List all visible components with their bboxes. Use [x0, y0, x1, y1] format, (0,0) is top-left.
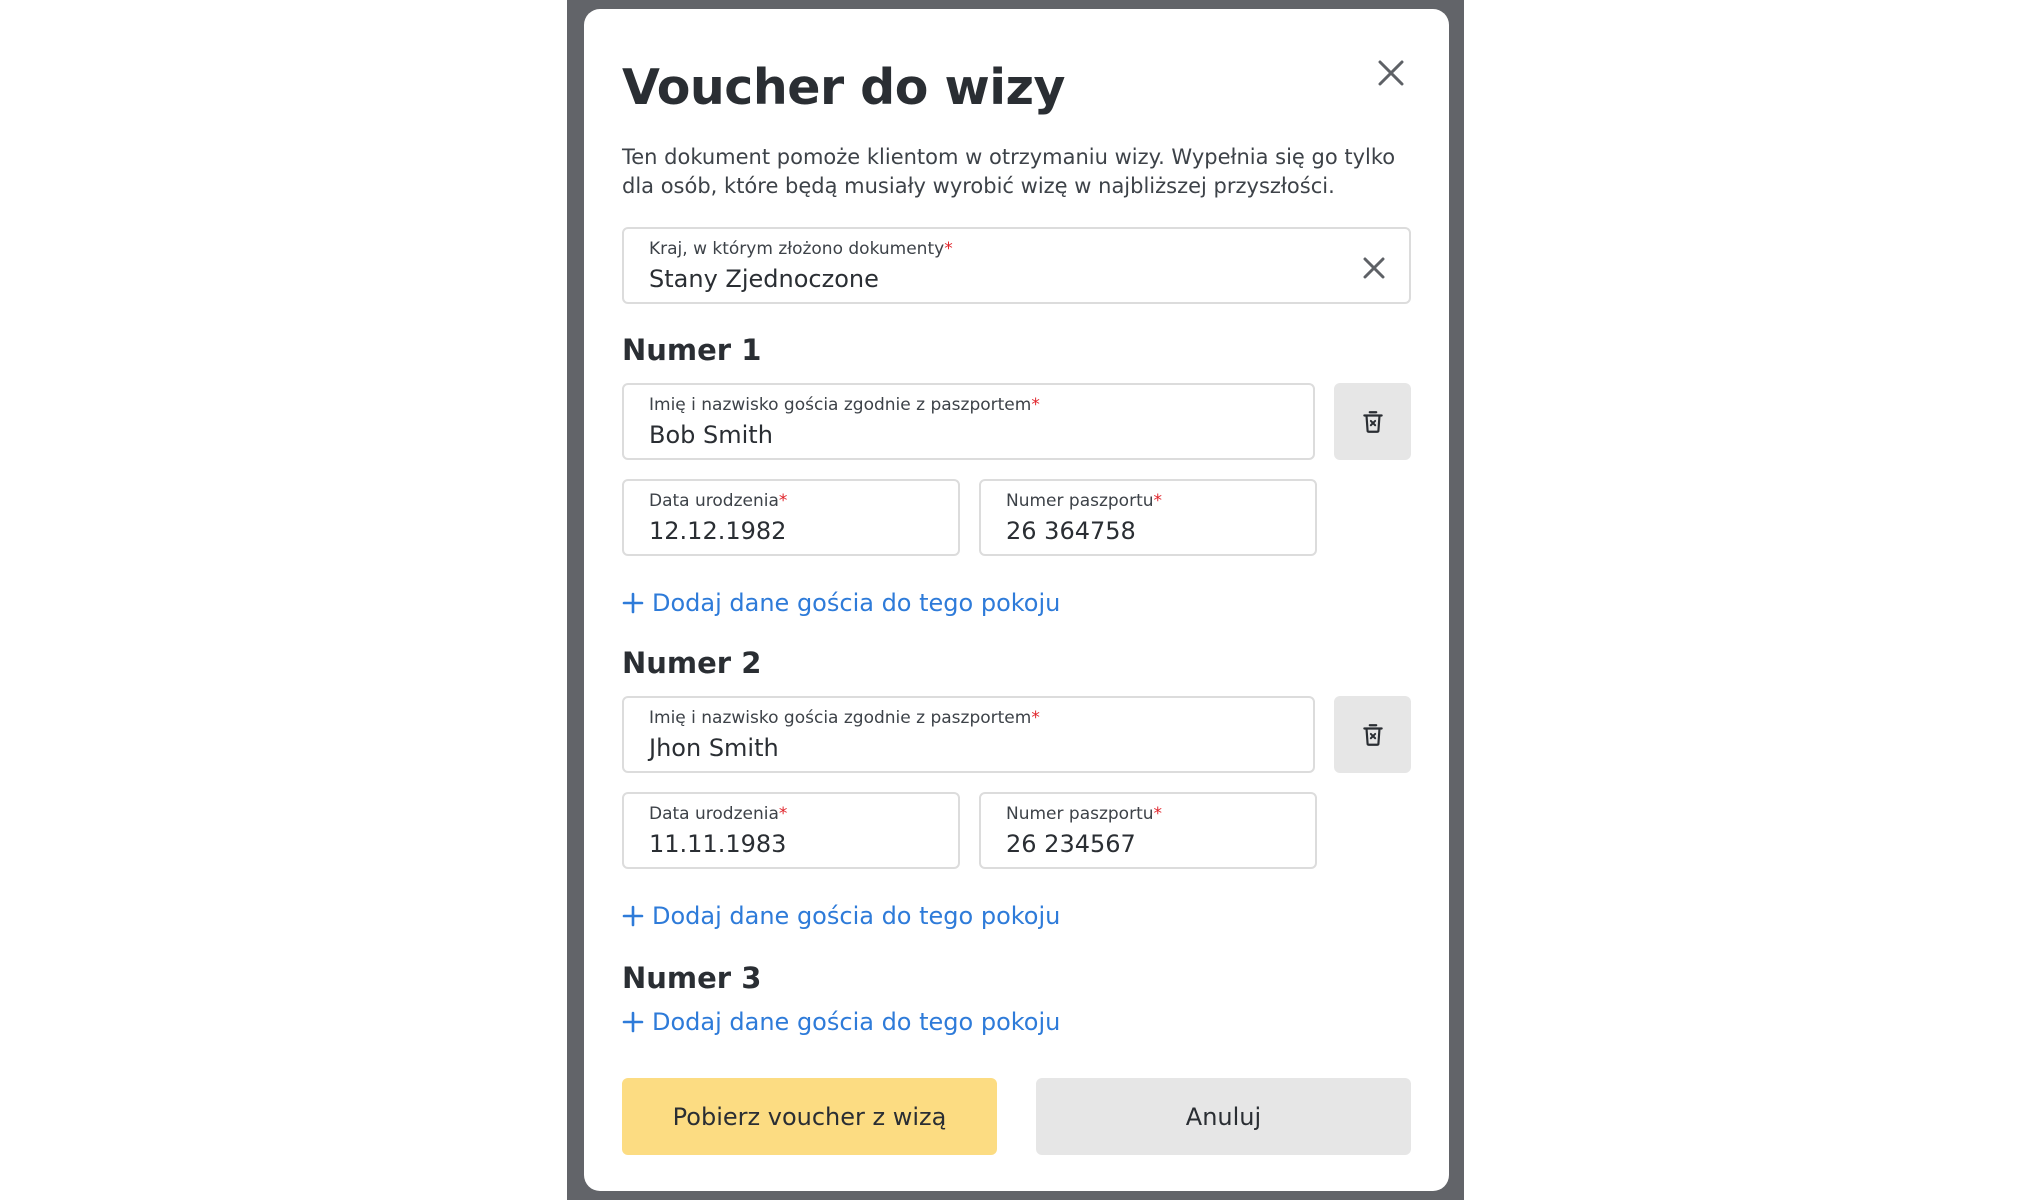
room-2-name-row: Imię i nazwisko gościa zgodnie z paszpor…: [622, 696, 1411, 773]
room-2-passport-field[interactable]: Numer paszportu* 26 234567: [979, 792, 1317, 869]
room-3-add-guest-link[interactable]: Dodaj dane gościa do tego pokoju: [622, 1006, 1411, 1038]
visa-voucher-modal: Voucher do wizy Ten dokument pomoże klie…: [584, 9, 1449, 1191]
room-2-add-guest-link[interactable]: Dodaj dane gościa do tego pokoju: [622, 900, 1411, 932]
add-guest-label: Dodaj dane gościa do tego pokoju: [652, 1008, 1061, 1036]
guest-name-label: Imię i nazwisko gościa zgodnie z paszpor…: [649, 395, 1040, 415]
close-icon: [1378, 60, 1404, 86]
dob-label: Data urodzenia*: [649, 804, 788, 824]
room-2-details-row: Data urodzenia* 11.11.1983 Numer paszpor…: [622, 792, 1411, 869]
passport-label: Numer paszportu*: [1006, 804, 1163, 824]
required-mark: *: [1031, 395, 1040, 415]
clear-icon: [1363, 257, 1385, 279]
room-2-delete-button[interactable]: [1334, 696, 1411, 773]
guest-name-value: Jhon Smith: [649, 734, 779, 762]
passport-value: 26 234567: [1006, 830, 1136, 858]
room-1-add-guest-link[interactable]: Dodaj dane gościa do tego pokoju: [622, 587, 1411, 619]
room-1-guest-name-field[interactable]: Imię i nazwisko gościa zgodnie z paszpor…: [622, 383, 1316, 460]
close-button[interactable]: [1371, 53, 1411, 93]
room-2-title: Numer 2: [622, 646, 762, 680]
country-label: Kraj, w którym złożono dokumenty*: [649, 239, 953, 259]
add-guest-label: Dodaj dane gościa do tego pokoju: [652, 589, 1061, 617]
room-1-dob-field[interactable]: Data urodzenia* 12.12.1982: [622, 479, 960, 556]
room-3-title: Numer 3: [622, 961, 762, 995]
modal-actions: Pobierz voucher z wizą Anuluj: [622, 1078, 1411, 1155]
required-mark: *: [944, 239, 953, 259]
trash-icon: [1362, 410, 1383, 433]
room-1-title: Numer 1: [622, 333, 762, 367]
plus-icon: [622, 905, 644, 927]
modal-title: Voucher do wizy: [622, 59, 1066, 116]
required-mark: *: [1153, 804, 1163, 824]
dob-value: 12.12.1982: [649, 517, 787, 545]
room-1-details-row: Data urodzenia* 12.12.1982 Numer paszpor…: [622, 479, 1411, 556]
plus-icon: [622, 592, 644, 614]
modal-description: Ten dokument pomoże klientom w otrzymani…: [622, 145, 1396, 198]
cancel-button[interactable]: Anuluj: [1036, 1078, 1411, 1155]
passport-value: 26 364758: [1006, 517, 1136, 545]
room-1-delete-button[interactable]: [1334, 383, 1411, 460]
dob-value: 11.11.1983: [649, 830, 787, 858]
plus-icon: [622, 1011, 644, 1033]
dob-label: Data urodzenia*: [649, 491, 788, 511]
country-field[interactable]: Kraj, w którym złożono dokumenty* Stany …: [622, 227, 1411, 304]
room-1-name-row: Imię i nazwisko gościa zgodnie z paszpor…: [622, 383, 1411, 460]
room-2-dob-field[interactable]: Data urodzenia* 11.11.1983: [622, 792, 960, 869]
required-mark: *: [778, 804, 788, 824]
download-voucher-button[interactable]: Pobierz voucher z wizą: [622, 1078, 997, 1155]
add-guest-label: Dodaj dane gościa do tego pokoju: [652, 902, 1061, 930]
required-mark: *: [778, 491, 788, 511]
guest-name-label: Imię i nazwisko gościa zgodnie z paszpor…: [649, 708, 1040, 728]
country-clear-button[interactable]: [1361, 255, 1387, 281]
required-mark: *: [1031, 708, 1040, 728]
required-mark: *: [1153, 491, 1163, 511]
country-value: Stany Zjednoczone: [649, 265, 879, 293]
passport-label: Numer paszportu*: [1006, 491, 1163, 511]
room-2-guest-name-field[interactable]: Imię i nazwisko gościa zgodnie z paszpor…: [622, 696, 1316, 773]
guest-name-value: Bob Smith: [649, 421, 773, 449]
room-1-passport-field[interactable]: Numer paszportu* 26 364758: [979, 479, 1317, 556]
trash-icon: [1362, 723, 1383, 746]
